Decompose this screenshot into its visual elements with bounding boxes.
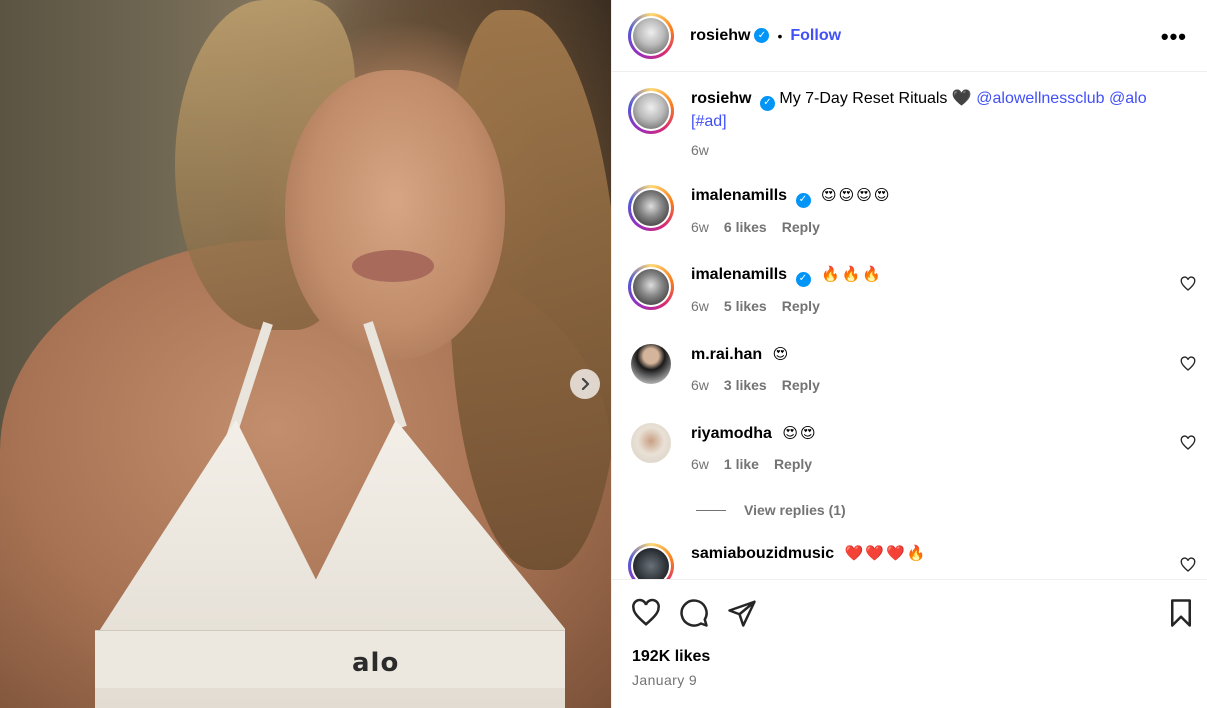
heart-icon[interactable] — [1180, 557, 1196, 573]
reply-button[interactable]: Reply — [782, 374, 820, 396]
comment-text: 🔥🔥🔥 — [820, 266, 883, 283]
commenter-avatar[interactable] — [631, 423, 671, 463]
comment-content: imalenamills ✓ 🔥🔥🔥 6w 5 likes Reply — [691, 264, 883, 317]
comment-content: riyamodha 😍😍 6w 1 like Reply — [691, 423, 818, 475]
likes-count[interactable]: 192K likes — [632, 648, 710, 666]
heart-icon[interactable] — [1180, 356, 1196, 372]
heart-icon[interactable] — [1180, 276, 1196, 292]
comment-item: imalenamills ✓ 😍😍😍😍 6w 6 likes Reply — [628, 185, 1188, 238]
reply-button[interactable]: Reply — [782, 295, 820, 317]
comment-item: imalenamills ✓ 🔥🔥🔥 6w 5 likes Reply — [628, 264, 1196, 317]
comment-item: samiabouzidmusic ❤️❤️❤️🔥 — [628, 543, 1196, 579]
comment-likes[interactable]: 5 likes — [724, 295, 767, 317]
comment-item: m.rai.han 😍 6w 3 likes Reply — [628, 344, 1196, 396]
comment-likes[interactable]: 1 like — [724, 453, 759, 475]
post-side-panel: rosiehw ✓ • Follow ••• rosiehw ✓ My 7-Da… — [611, 0, 1207, 708]
comment-text: 😍😍😍😍 — [820, 187, 892, 204]
verified-badge-icon: ✓ — [795, 271, 811, 287]
post-date: January 9 — [632, 672, 698, 688]
comment-icon[interactable] — [679, 598, 709, 628]
photo-face — [285, 70, 505, 360]
caption-content: rosiehw ✓ My 7-Day Reset Rituals 🖤 @alow… — [691, 88, 1171, 161]
comment-content: samiabouzidmusic ❤️❤️❤️🔥 — [691, 543, 928, 579]
next-image-button[interactable] — [570, 369, 600, 399]
photo-lips — [352, 250, 434, 282]
post-header: rosiehw ✓ • Follow ••• — [612, 0, 1207, 72]
comment-text: 😍😍 — [782, 425, 818, 442]
comment-content: m.rai.han 😍 6w 3 likes Reply — [691, 344, 820, 396]
caption-row: rosiehw ✓ My 7-Day Reset Rituals 🖤 @alow… — [628, 88, 1188, 161]
action-bar — [612, 590, 1207, 634]
more-options-icon[interactable]: ••• — [1161, 24, 1187, 50]
mention-link[interactable]: @alo — [1109, 90, 1147, 107]
follow-button[interactable]: Follow — [790, 27, 841, 45]
caption-time: 6w — [691, 141, 709, 158]
share-icon[interactable] — [727, 598, 757, 628]
commenter-avatar[interactable] — [631, 344, 671, 384]
comment-text: 😍 — [772, 346, 791, 363]
mention-link[interactable]: @alowellnessclub — [976, 90, 1104, 107]
heart-icon[interactable] — [1180, 435, 1196, 451]
comment-item: riyamodha 😍😍 6w 1 like Reply — [628, 423, 1196, 475]
comment-text: ❤️❤️❤️🔥 — [844, 545, 928, 562]
commenter-username[interactable]: samiabouzidmusic — [691, 545, 834, 562]
commenter-username[interactable]: m.rai.han — [691, 346, 762, 363]
view-replies-label: View replies (1) — [744, 502, 846, 518]
comments-list[interactable]: rosiehw ✓ My 7-Day Reset Rituals 🖤 @alow… — [612, 72, 1207, 580]
comment-likes[interactable]: 6 likes — [724, 216, 767, 238]
author-username[interactable]: rosiehw — [690, 27, 750, 45]
separator-dot: • — [777, 27, 783, 44]
post-image: alo — [0, 0, 611, 708]
photo-brand-logo: alo — [352, 648, 400, 678]
commenter-username[interactable]: riyamodha — [691, 425, 772, 442]
commenter-username[interactable]: imalenamills — [691, 266, 787, 283]
verified-badge-icon: ✓ — [759, 95, 775, 111]
chevron-right-icon — [581, 377, 590, 391]
bookmark-icon[interactable] — [1166, 598, 1196, 628]
caption-username[interactable]: rosiehw — [691, 90, 751, 107]
caption-text: My 7-Day Reset Rituals 🖤 — [779, 90, 972, 107]
photo-garment-band — [95, 630, 565, 688]
view-replies-line — [696, 509, 726, 511]
reply-button[interactable]: Reply — [782, 216, 820, 238]
commenter-avatar[interactable] — [628, 185, 674, 231]
caption-avatar[interactable] — [628, 88, 674, 134]
verified-badge-icon: ✓ — [754, 28, 770, 43]
heart-icon[interactable] — [631, 598, 661, 628]
commenter-avatar[interactable] — [628, 264, 674, 310]
comment-likes[interactable]: 3 likes — [724, 374, 767, 396]
hashtag-link[interactable]: #ad — [695, 113, 722, 130]
verified-badge-icon: ✓ — [795, 192, 811, 208]
reply-button[interactable]: Reply — [774, 453, 812, 475]
hashtag-bracket-close: ] — [722, 112, 727, 130]
comment-time: 6w — [691, 297, 709, 314]
comment-content: imalenamills ✓ 😍😍😍😍 6w 6 likes Reply — [691, 185, 892, 238]
comment-time: 6w — [691, 377, 709, 393]
commenter-avatar[interactable] — [628, 543, 674, 579]
commenter-username[interactable]: imalenamills — [691, 187, 787, 204]
author-avatar[interactable] — [628, 12, 674, 59]
comment-time: 6w — [691, 456, 709, 472]
comment-time: 6w — [691, 218, 709, 235]
view-replies-button[interactable]: View replies (1) — [696, 502, 846, 518]
